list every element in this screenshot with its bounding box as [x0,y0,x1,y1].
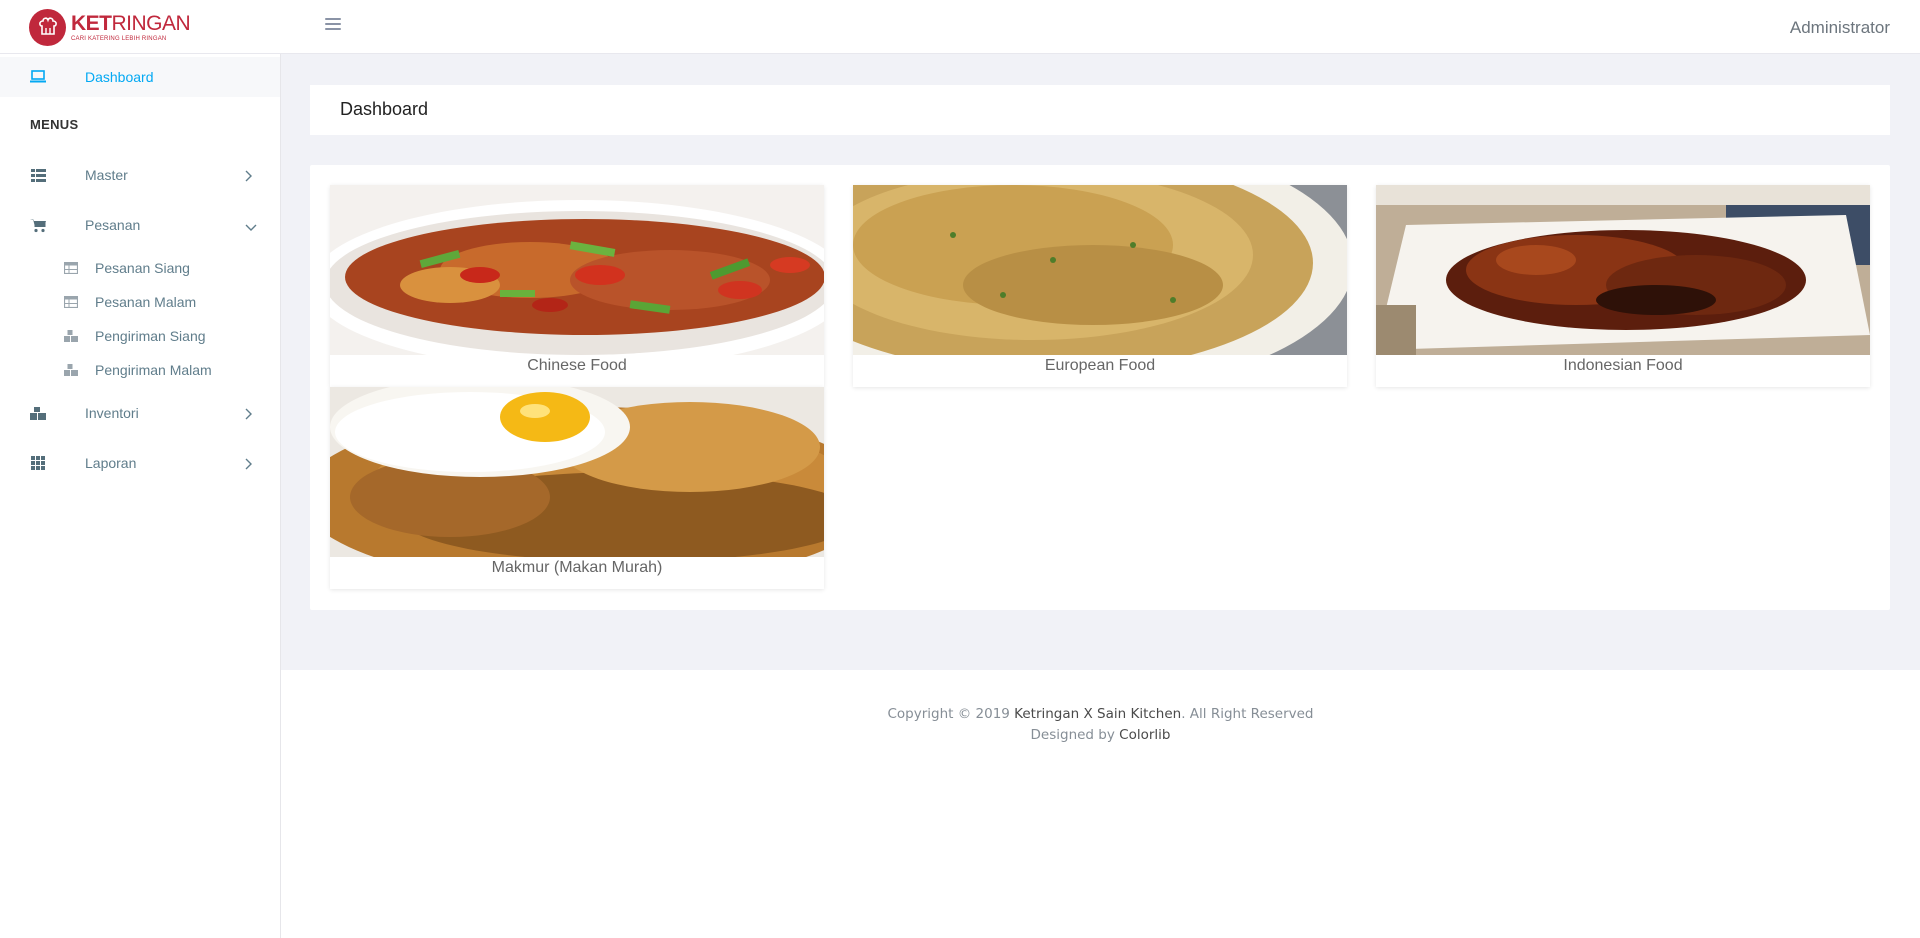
sidebar-subitem-label: Pengiriman Malam [95,362,212,378]
sidebar-item-inventori[interactable]: Inventori [0,393,280,433]
user-menu[interactable]: Administrator [1790,18,1890,38]
sidebar-subitem-pengiriman-malam[interactable]: Pengiriman Malam [0,356,280,384]
cart-icon [30,217,46,233]
sidebar-item-label: Dashboard [85,69,154,85]
food-card-chinese[interactable]: Chinese Food [330,185,824,387]
sidebar-subitem-label: Pengiriman Siang [95,328,206,344]
makmur-food-image [330,387,824,557]
food-card-european[interactable]: European Food [853,185,1347,387]
sidebar-item-laporan[interactable]: Laporan [0,443,280,483]
boxes-icon [64,329,78,343]
chinese-food-image [330,185,824,355]
food-category-panel: Chinese Food European Food Indonesian Fo… [310,165,1890,610]
laptop-icon [30,69,46,85]
sidebar-heading: MENUS [30,117,79,132]
sidebar-item-dashboard[interactable]: Dashboard [0,57,280,97]
sidebar-item-label: Laporan [85,455,137,471]
sidebar-subitem-pesanan-malam[interactable]: Pesanan Malam [0,288,280,316]
chef-hat-icon [29,9,66,46]
chevron-down-icon [245,219,257,231]
sidebar-item-label: Inventori [85,405,139,421]
food-card-indonesian[interactable]: Indonesian Food [1376,185,1870,387]
table-icon [64,261,78,275]
brand-link[interactable]: Ketringan X Sain Kitchen [1014,706,1181,722]
chevron-right-icon [245,407,257,420]
food-card-title: Indonesian Food [1563,357,1683,374]
top-header: KETRINGAN CARI KATERING LEBIH RINGAN Adm… [0,0,1920,54]
boxes-icon [30,405,46,421]
sidebar-subitem-label: Pesanan Siang [95,260,190,276]
food-card-title: Makmur (Makan Murah) [491,559,663,576]
sidebar-item-label: Pesanan [85,217,141,233]
sidebar: Dashboard MENUS Master Pesanan Pesanan S… [0,54,281,938]
logo-tagline: CARI KATERING LEBIH RINGAN [71,36,167,42]
sidebar-item-label: Master [85,167,128,183]
designer-link[interactable]: Colorlib [1119,727,1170,743]
copyright-text: Copyright © 2019 Ketringan X Sain Kitche… [887,706,1314,722]
brand-logo[interactable]: KETRINGAN CARI KATERING LEBIH RINGAN [29,9,191,46]
sidebar-subitem-pesanan-siang[interactable]: Pesanan Siang [0,254,280,282]
european-food-image [853,185,1347,355]
logo-wordmark: KETRINGAN [71,12,191,35]
indonesian-food-image [1376,185,1870,355]
sidebar-item-master[interactable]: Master [0,155,280,195]
food-card-title: European Food [1044,357,1156,374]
list-icon [30,167,46,183]
page-title: Dashboard [340,99,429,119]
sidebar-subitem-pengiriman-siang[interactable]: Pengiriman Siang [0,322,280,350]
page-title-card: Dashboard [310,85,1890,135]
food-card-title: Chinese Food [527,357,627,374]
sidebar-subitem-label: Pesanan Malam [95,294,197,310]
hamburger-menu-icon[interactable] [325,18,341,34]
grid-icon [30,455,46,471]
table-icon [64,295,78,309]
designed-by-text: Designed by Colorlib [1030,727,1171,743]
food-card-makmur[interactable]: Makmur (Makan Murah) [330,387,824,589]
chevron-right-icon [245,169,257,182]
chevron-right-icon [245,457,257,470]
footer: Copyright © 2019 Ketringan X Sain Kitche… [281,670,1920,938]
sidebar-item-pesanan[interactable]: Pesanan [0,205,280,245]
boxes-icon [64,363,78,377]
